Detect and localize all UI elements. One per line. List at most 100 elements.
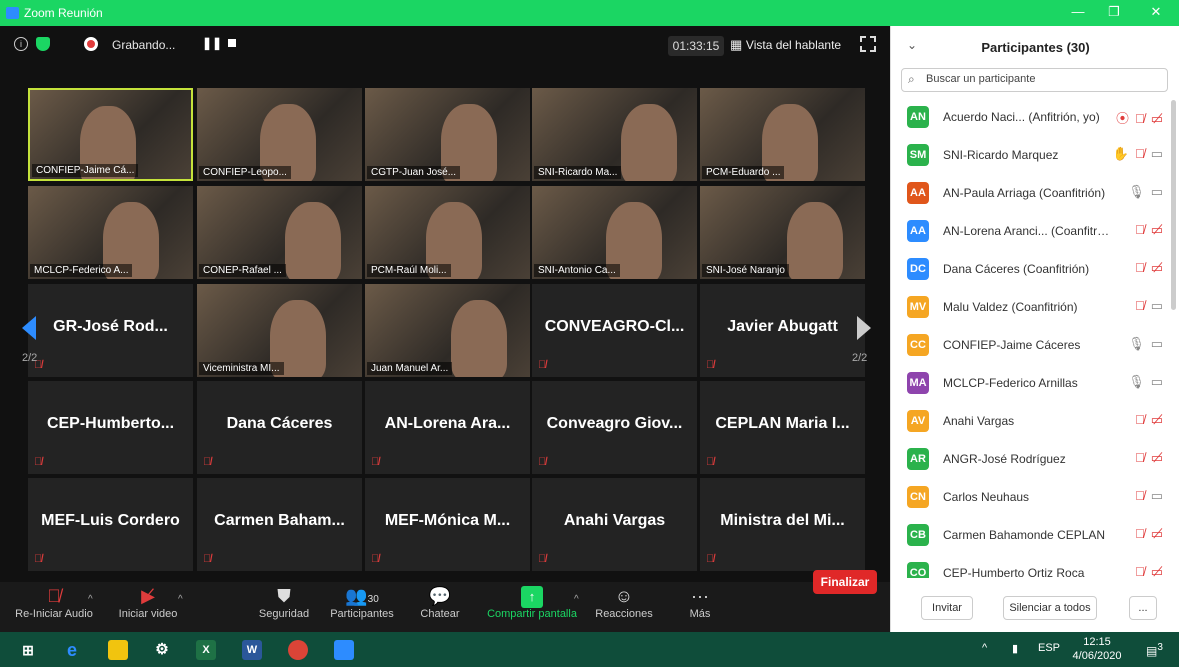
video-icon[interactable]: ▭ <box>1151 184 1163 199</box>
participant-video-tile[interactable]: Viceministra MI... <box>197 284 362 377</box>
muted-mic-icon[interactable]: 🎙̸ <box>1135 450 1145 465</box>
muted-mic-icon[interactable]: 🎙̸ <box>1135 488 1145 503</box>
participant-video-tile[interactable]: CGTP-Juan José... <box>365 88 530 181</box>
muted-mic-icon[interactable]: 🎙̸ <box>1135 298 1145 313</box>
close-icon[interactable]: ✕ <box>1146 4 1166 20</box>
participant-row[interactable]: MA MCLCP-Federico Arnillas 🎙 ▭ <box>891 364 1169 402</box>
participant-video-tile[interactable]: MCLCP-Federico A... <box>28 186 193 279</box>
participant-video-tile[interactable]: PCM-Eduardo ... <box>700 88 865 181</box>
participant-video-tile[interactable]: Ministra del Mi... 🎙̸ <box>700 478 865 571</box>
video-icon[interactable]: ▭ <box>1151 298 1163 313</box>
mic-icon[interactable]: 🎙 <box>1128 374 1145 389</box>
video-off-icon[interactable]: ▭̸ <box>1151 564 1163 578</box>
participant-video-tile[interactable]: Javier Abugatt 🎙̸ <box>700 284 865 377</box>
settings-gear-icon[interactable]: ⚙ <box>152 640 172 660</box>
participant-row[interactable]: DC Dana Cáceres (Coanfitrión) 🎙̸ ▭̸ <box>891 250 1169 288</box>
language-indicator[interactable]: ESP <box>1038 642 1060 654</box>
excel-icon[interactable]: X <box>196 640 216 660</box>
participant-video-tile[interactable]: AN-Lorena Ara... 🎙̸ <box>365 381 530 474</box>
mute-all-button[interactable]: Silenciar a todos <box>1003 596 1097 620</box>
pause-recording-icon[interactable]: ❚❚ <box>202 36 222 50</box>
participant-video-tile[interactable]: PCM-Raúl Moli... <box>365 186 530 279</box>
chat-button[interactable]: 💬 Chatear <box>412 586 468 620</box>
video-off-icon[interactable]: ▭̸ <box>1151 412 1163 427</box>
muted-mic-icon[interactable]: 🎙̸ <box>1135 260 1145 275</box>
video-off-icon[interactable]: ▭̸ <box>1151 526 1163 541</box>
muted-mic-icon[interactable]: 🎙̸ <box>1135 222 1145 237</box>
system-clock[interactable]: 12:15 4/06/2020 <box>1072 635 1122 663</box>
participant-video-tile[interactable]: SNI-José Naranjo <box>700 186 865 279</box>
participant-video-tile[interactable]: Carmen Baham... 🎙̸ <box>197 478 362 571</box>
video-off-icon[interactable]: ▭̸ <box>1151 111 1163 126</box>
edge-browser-icon[interactable]: e <box>62 640 82 660</box>
chrome-icon[interactable] <box>288 640 308 660</box>
participant-video-tile[interactable]: Anahi Vargas 🎙̸ <box>532 478 697 571</box>
video-icon[interactable]: ▭ <box>1151 336 1163 351</box>
participant-video-tile[interactable]: CEP-Humberto... 🎙̸ <box>28 381 193 474</box>
participant-video-tile[interactable]: GR-José Rod... 🎙̸ <box>28 284 193 377</box>
participant-row[interactable]: MV Malu Valdez (Coanfitrión) 🎙̸ ▭ <box>891 288 1169 326</box>
muted-mic-icon[interactable]: 🎙̸ <box>1135 564 1145 578</box>
participant-row[interactable]: CO CEP-Humberto Ortiz Roca 🎙̸ ▭̸ <box>891 554 1169 578</box>
mic-on-icon[interactable]: 🎙 <box>1128 336 1145 351</box>
microphone-tray-icon[interactable]: ▮ <box>1012 642 1018 655</box>
end-meeting-button[interactable]: Finalizar <box>813 570 877 594</box>
participant-row[interactable]: SM SNI-Ricardo Marquez ✋ 🎙̸ ▭ <box>891 136 1169 174</box>
video-icon[interactable]: ▭ <box>1151 374 1163 389</box>
share-screen-button[interactable]: ↑ Compartir pantalla <box>482 586 582 620</box>
participant-video-tile[interactable]: MEF-Luis Cordero 🎙̸ <box>28 478 193 571</box>
mic-icon[interactable]: 🎙 <box>1128 184 1145 199</box>
participant-video-tile[interactable]: SNI-Antonio Ca... <box>532 186 697 279</box>
raised-hand-icon[interactable]: ✋ <box>1113 146 1129 161</box>
panel-more-button[interactable]: ... <box>1129 596 1157 620</box>
tray-expand-icon[interactable]: ^ <box>982 642 987 654</box>
notifications-icon[interactable]: ▤3 <box>1146 642 1163 658</box>
participant-video-tile[interactable]: Conveagro Giov... 🎙̸ <box>532 381 697 474</box>
next-page-icon[interactable] <box>857 316 871 340</box>
participant-row[interactable]: AA AN-Paula Arriaga (Coanfitrión) 🎙 ▭ <box>891 174 1169 212</box>
recording-indicator-icon[interactable]: ⦿ <box>1116 111 1129 126</box>
share-options-caret[interactable]: ^ <box>574 594 579 605</box>
zoom-taskbar-icon[interactable] <box>334 640 354 660</box>
audio-button[interactable]: 🎙̸ Re-Iniciar Audio <box>12 586 96 620</box>
reactions-button[interactable]: ☺ Reacciones <box>592 586 656 620</box>
participant-row[interactable]: CC CONFIEP-Jaime Cáceres 🎙 ▭ <box>891 326 1169 364</box>
video-icon[interactable]: ▭ <box>1151 146 1163 161</box>
info-icon[interactable]: i <box>14 37 28 51</box>
windows-start-icon[interactable]: ⊞ <box>18 640 38 660</box>
participant-row[interactable]: AA AN-Lorena Aranci... (Coanfitrión) 🎙̸ ▭̸ <box>891 212 1169 250</box>
participant-video-tile[interactable]: CEPLAN Maria I... 🎙̸ <box>700 381 865 474</box>
video-off-icon[interactable]: ▭̸ <box>1151 260 1163 275</box>
video-off-icon[interactable]: ▭̸ <box>1151 450 1163 465</box>
participant-row[interactable]: AV Anahi Vargas 🎙̸ ▭̸ <box>891 402 1169 440</box>
muted-mic-icon[interactable]: 🎙̸ <box>1135 146 1145 161</box>
invite-button[interactable]: Invitar <box>921 596 973 620</box>
security-button[interactable]: ⛊ Seguridad <box>252 586 316 620</box>
video-off-icon[interactable]: ▭̸ <box>1151 222 1163 237</box>
video-icon[interactable]: ▭ <box>1151 488 1163 503</box>
muted-mic-icon[interactable]: 🎙̸ <box>1135 526 1145 541</box>
participant-row[interactable]: AR ANGR-José Rodríguez 🎙̸ ▭̸ <box>891 440 1169 478</box>
video-options-caret[interactable]: ^ <box>178 594 183 605</box>
participant-search-input[interactable]: ⌕ Buscar un participante <box>901 68 1168 92</box>
file-explorer-icon[interactable] <box>108 640 128 660</box>
participant-video-tile[interactable]: CONVEAGRO-Cl... 🎙̸ <box>532 284 697 377</box>
participant-list-scrollbar[interactable] <box>1171 100 1176 310</box>
participant-row[interactable]: CB Carmen Bahamonde CEPLAN 🎙̸ ▭̸ <box>891 516 1169 554</box>
participant-video-tile[interactable]: CONFIEP-Leopo... <box>197 88 362 181</box>
audio-options-caret[interactable]: ^ <box>88 594 93 605</box>
maximize-icon[interactable]: ❐ <box>1104 4 1124 20</box>
participant-video-tile[interactable]: CONFIEP-Jaime Cá... <box>28 88 193 181</box>
participant-row[interactable]: AN Acuerdo Naci... (Anfitrión, yo) ⦿ 🎙̸ ▭̸ <box>891 98 1169 136</box>
muted-mic-icon[interactable]: 🎙̸ <box>1135 111 1145 126</box>
video-button[interactable]: ▶̸ Iniciar video <box>112 586 184 620</box>
muted-mic-icon[interactable]: 🎙̸ <box>1135 412 1145 427</box>
stop-recording-icon[interactable] <box>228 39 236 47</box>
participant-video-tile[interactable]: CONEP-Rafael ... <box>197 186 362 279</box>
participant-video-tile[interactable]: Juan Manuel Ar... <box>365 284 530 377</box>
minimize-icon[interactable]: — <box>1068 4 1088 20</box>
participant-row[interactable]: CN Carlos Neuhaus 🎙̸ ▭ <box>891 478 1169 516</box>
fullscreen-icon[interactable] <box>860 36 876 52</box>
speaker-view-button[interactable]: ▦ Vista del hablante <box>730 33 848 57</box>
participants-button[interactable]: 👥30 Participantes <box>324 586 400 620</box>
